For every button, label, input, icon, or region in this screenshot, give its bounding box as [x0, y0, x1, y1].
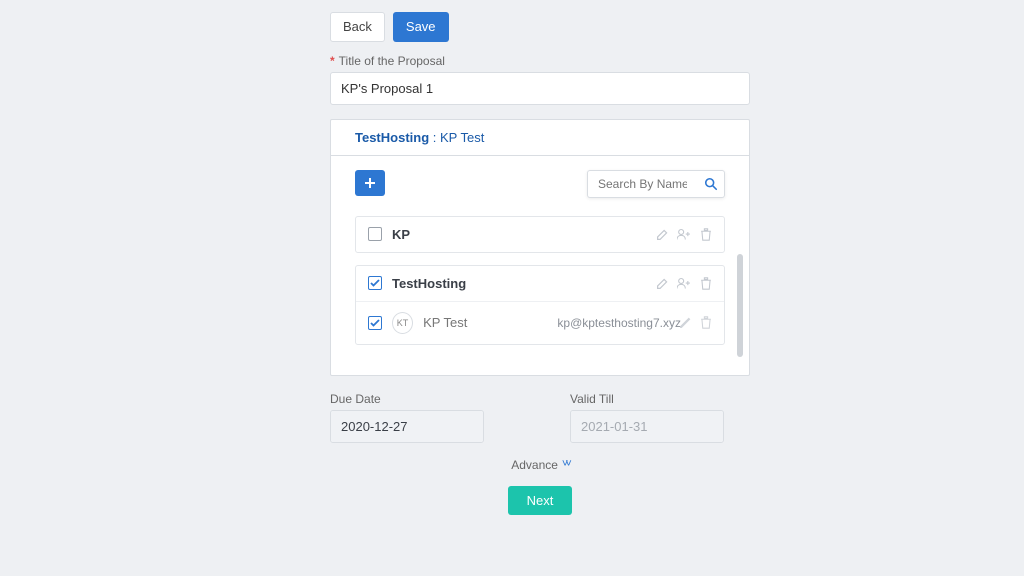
group-card: KP — [355, 216, 725, 253]
due-date-input[interactable] — [331, 411, 484, 442]
search-icon — [704, 177, 718, 191]
title-label: * Title of the Proposal — [330, 54, 750, 68]
delete-icon[interactable] — [700, 277, 712, 290]
title-input[interactable] — [330, 72, 750, 105]
group-actions — [656, 228, 712, 241]
edit-icon[interactable] — [679, 316, 692, 329]
contact-actions — [679, 316, 712, 329]
due-date-label: Due Date — [330, 392, 484, 406]
search-input[interactable] — [587, 170, 697, 198]
panel-header-contact: KP Test — [440, 130, 484, 145]
delete-icon[interactable] — [700, 316, 712, 329]
avatar: KT — [392, 312, 413, 334]
chevron-down-icon: ˅˅ — [562, 459, 569, 470]
group-name: KP — [392, 227, 410, 242]
contact-checkbox[interactable] — [368, 316, 382, 330]
group-name: TestHosting — [392, 276, 466, 291]
panel-body: KP TestHosting — [331, 156, 749, 375]
valid-till-label: Valid Till — [570, 392, 724, 406]
add-user-icon[interactable] — [677, 228, 692, 241]
edit-icon[interactable] — [656, 277, 669, 290]
contact-email: kp@kptesthosting7.xyz — [557, 316, 681, 330]
search-group — [587, 170, 725, 198]
accounts-panel: TestHosting : KP Test — [330, 119, 750, 376]
panel-header-account: TestHosting — [355, 130, 429, 145]
group-checkbox[interactable] — [368, 227, 382, 241]
advance-toggle[interactable]: Advance ˅˅ — [511, 458, 569, 472]
delete-icon[interactable] — [700, 228, 712, 241]
group-card: TestHosting KT KP Test kp@kptesthosting7… — [355, 265, 725, 345]
back-button[interactable]: Back — [330, 12, 385, 42]
required-star-icon: * — [330, 54, 335, 68]
contact-row: KT KP Test kp@kptesthosting7.xyz — [356, 301, 724, 344]
panel-header: TestHosting : KP Test — [331, 120, 749, 156]
panel-header-sep: : — [433, 130, 440, 145]
valid-till-input[interactable] — [571, 411, 724, 442]
contact-name: KP Test — [423, 315, 467, 330]
next-button[interactable]: Next — [508, 486, 573, 516]
advance-label: Advance — [511, 458, 558, 472]
save-button[interactable]: Save — [393, 12, 449, 42]
plus-icon — [364, 177, 376, 189]
edit-icon[interactable] — [656, 228, 669, 241]
group-actions — [656, 277, 712, 290]
scrollbar[interactable] — [737, 254, 743, 357]
title-label-text: Title of the Proposal — [339, 54, 445, 68]
add-button[interactable] — [355, 170, 385, 196]
search-button[interactable] — [697, 170, 725, 198]
toolbar: Back Save — [330, 12, 750, 42]
add-user-icon[interactable] — [677, 277, 692, 290]
group-checkbox[interactable] — [368, 276, 382, 290]
